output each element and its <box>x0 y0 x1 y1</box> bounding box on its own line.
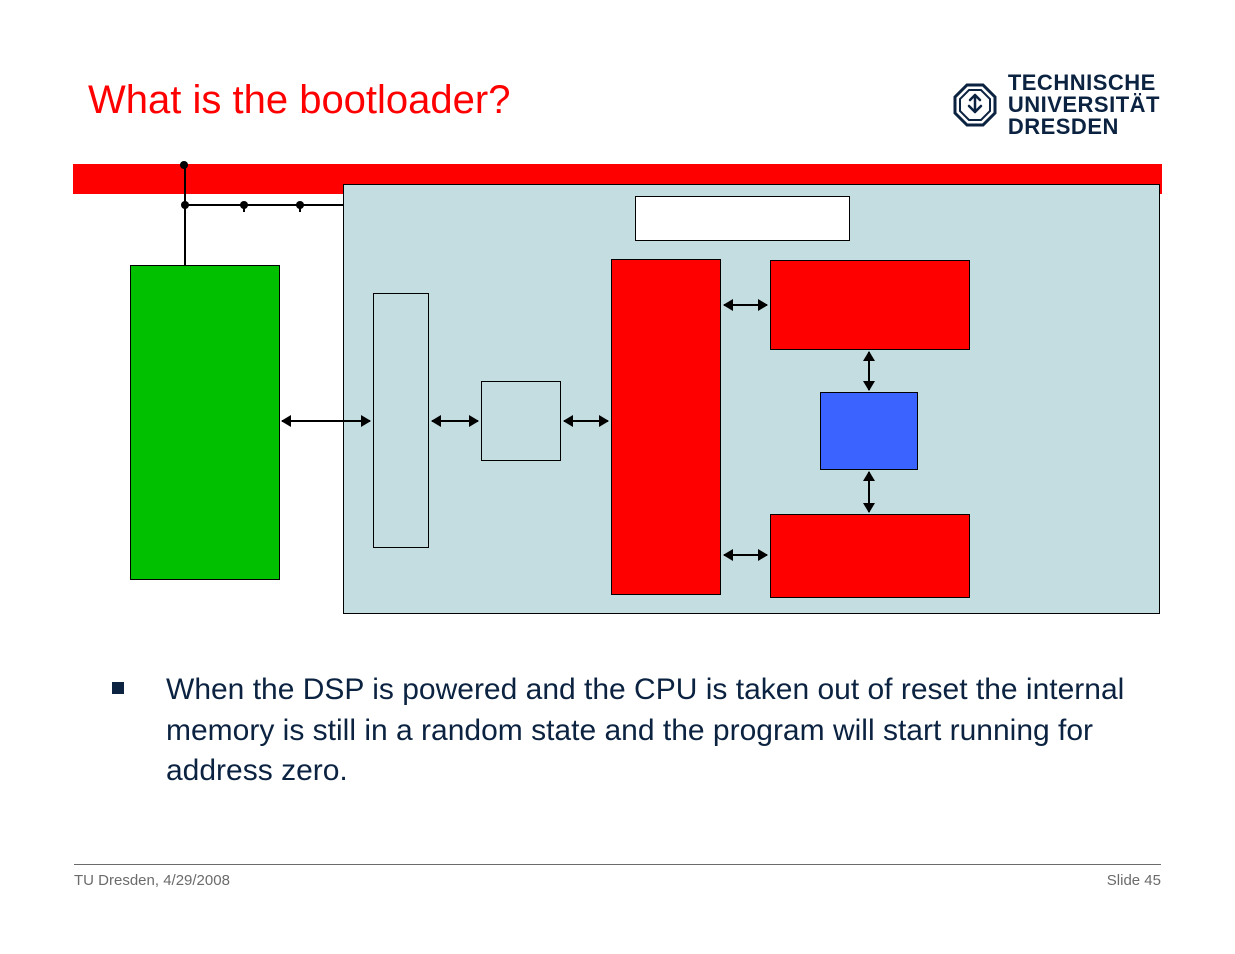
bullet-text: When the DSP is powered and the CPU is t… <box>166 670 1145 792</box>
bullet-square-icon <box>112 682 124 694</box>
bullet-item: When the DSP is powered and the CPU is t… <box>112 670 1145 792</box>
wire-horizontal-branch <box>184 204 344 206</box>
wire-drop2 <box>299 204 301 212</box>
tud-octagon-icon <box>952 82 998 128</box>
bullet-list: When the DSP is powered and the CPU is t… <box>112 670 1145 792</box>
arrow-tallred-to-upperred <box>724 304 767 306</box>
wire-dot-top <box>180 161 188 169</box>
logo-line3: DRESDEN <box>1008 116 1160 138</box>
university-logo: TECHNISCHE UNIVERSITÄT DRESDEN <box>952 72 1160 138</box>
arrow-square-to-tallred <box>564 420 608 422</box>
block-tall-red <box>611 259 721 595</box>
footer-separator <box>74 864 1161 865</box>
wire-drop1 <box>243 204 245 212</box>
block-upper-red <box>770 260 970 350</box>
diagram-background <box>343 184 1160 614</box>
block-lower-red <box>770 514 970 598</box>
slide-title: What is the bootloader? <box>88 78 510 123</box>
block-label-white <box>635 196 850 241</box>
arrow-tallred-to-lowerred <box>724 554 767 556</box>
block-blue <box>820 392 918 470</box>
logo-line1: TECHNISCHE <box>1008 72 1160 94</box>
block-square-clear <box>481 381 561 461</box>
arrow-green-to-narrow <box>282 420 370 422</box>
arrow-upperred-to-blue <box>868 352 870 390</box>
footer-right: Slide 45 <box>1107 872 1161 889</box>
wire-dot-branch <box>181 201 189 209</box>
arrow-blue-to-lowerred <box>868 472 870 512</box>
footer-left: TU Dresden, 4/29/2008 <box>74 872 230 889</box>
block-narrow-clear <box>373 293 429 548</box>
arrow-narrow-to-square <box>432 420 478 422</box>
logo-line2: UNIVERSITÄT <box>1008 94 1160 116</box>
logo-text: TECHNISCHE UNIVERSITÄT DRESDEN <box>1008 72 1160 138</box>
block-external-green <box>130 265 280 580</box>
slide: What is the bootloader? TECHNISCHE UNIVE… <box>0 0 1235 954</box>
